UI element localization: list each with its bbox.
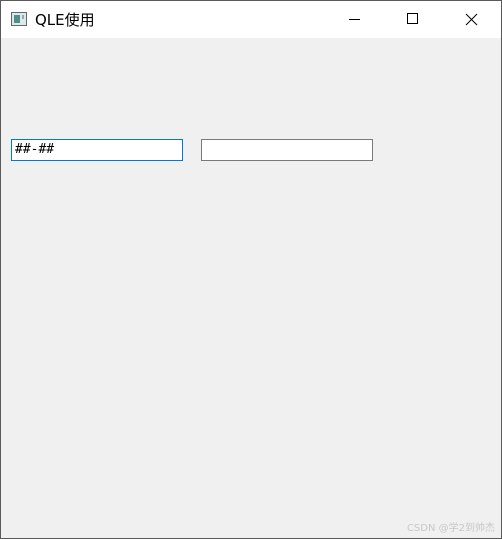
csdn-watermark: CSDN @学2到帅杰 — [406, 523, 495, 534]
app-window-icon — [11, 12, 27, 26]
maximize-button[interactable] — [389, 1, 435, 38]
close-button[interactable] — [447, 1, 493, 38]
minimize-button[interactable] — [331, 1, 377, 38]
window-title: QLE使用 — [35, 11, 95, 29]
close-icon — [465, 13, 478, 26]
maximize-icon — [407, 13, 418, 24]
masked-line-edit[interactable]: ##-## — [11, 139, 183, 161]
main-window: QLE使用 ##-## CSDN @学2到帅杰 — [0, 0, 502, 539]
title-bar[interactable]: QLE使用 — [1, 1, 501, 38]
second-line-edit[interactable] — [201, 139, 373, 161]
minimize-icon — [349, 19, 360, 20]
